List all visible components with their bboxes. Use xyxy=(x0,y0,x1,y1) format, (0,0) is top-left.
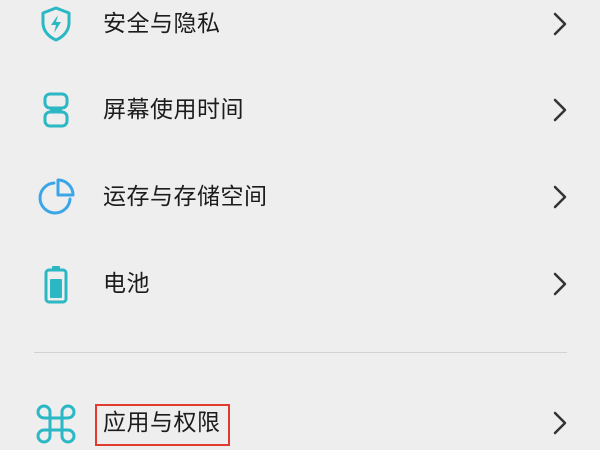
chevron-right-icon xyxy=(552,410,568,436)
apps-icon xyxy=(36,404,76,444)
chevron-right-icon xyxy=(552,97,568,123)
settings-item-ram-storage[interactable]: 运存与存储空间 xyxy=(0,157,600,237)
battery-icon xyxy=(36,264,76,304)
settings-item-security-privacy[interactable]: 安全与隐私 xyxy=(0,0,600,62)
settings-item-label: 安全与隐私 xyxy=(103,11,221,37)
settings-item-screen-time[interactable]: 屏幕使用时间 xyxy=(0,70,600,150)
section-divider xyxy=(34,352,567,353)
settings-item-apps-permissions[interactable]: 应用与权限 xyxy=(0,383,600,450)
settings-item-label: 屏幕使用时间 xyxy=(103,97,244,123)
pie-chart-icon xyxy=(36,177,76,217)
settings-screen: 安全与隐私 屏幕使用时间 运存与存储空间 电池 应用与权限 xyxy=(0,0,600,450)
highlight-box xyxy=(95,404,230,446)
shield-icon xyxy=(36,4,76,44)
settings-item-label: 电池 xyxy=(103,271,150,297)
chevron-right-icon xyxy=(552,11,568,37)
hourglass-icon xyxy=(36,90,76,130)
chevron-right-icon xyxy=(552,184,568,210)
chevron-right-icon xyxy=(552,271,568,297)
settings-item-battery[interactable]: 电池 xyxy=(0,244,600,324)
settings-item-label: 运存与存储空间 xyxy=(103,184,268,210)
